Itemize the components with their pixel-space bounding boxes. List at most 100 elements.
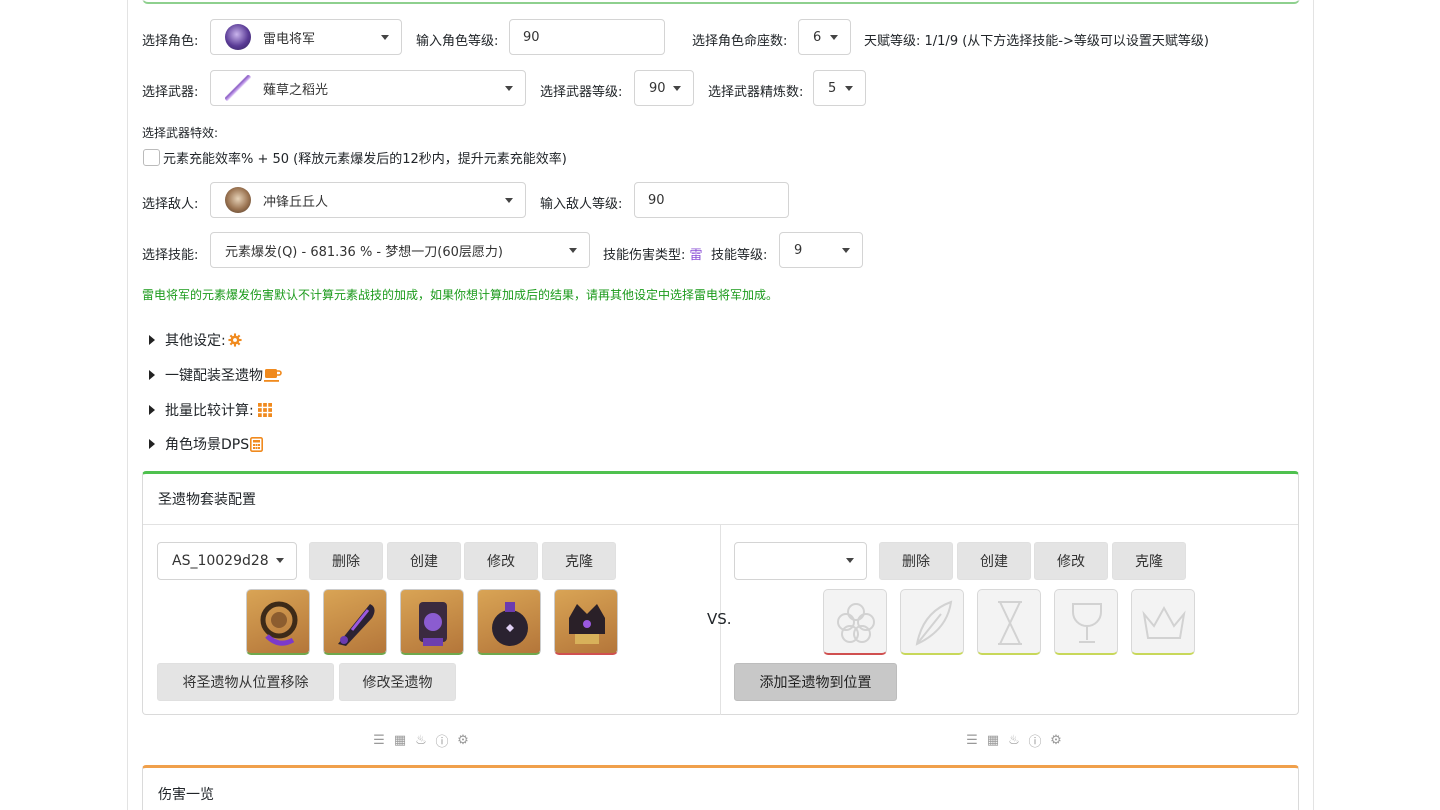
skill-level-label: 技能等级: — [711, 248, 768, 263]
damage-type-label: 技能伤害类型: — [603, 248, 686, 263]
right-set-select[interactable] — [734, 542, 867, 580]
weapon-level-value: 90 — [649, 80, 666, 96]
chevron-down-icon — [569, 248, 577, 253]
raiden-avatar — [225, 24, 251, 50]
character-level-input[interactable] — [509, 19, 665, 55]
enemy-level-input[interactable] — [634, 182, 789, 218]
info-icon[interactable]: ⓘ — [434, 731, 450, 750]
left-delete-button[interactable]: 删除 — [309, 542, 383, 580]
left-create-button[interactable]: 创建 — [387, 542, 461, 580]
calculator-icon[interactable]: ▦ — [392, 733, 408, 748]
chevron-down-icon — [381, 35, 389, 40]
weapon-effect-row: 元素充能效率% + 50 (释放元素爆发后的12秒内，提升元素充能效率) — [143, 148, 567, 167]
left-clone-button[interactable]: 克隆 — [542, 542, 616, 580]
weapon-icon — [225, 75, 251, 101]
talent-level-text: 天赋等级: 1/1/9 (从下方选择技能->等级可以设置天赋等级) — [864, 34, 1209, 49]
damage-overview-card: 伤害一览 — [142, 765, 1299, 810]
chevron-down-icon — [505, 198, 513, 203]
caret-right-icon — [149, 335, 155, 345]
damage-type-value: 雷 — [689, 248, 703, 263]
scene-dps-toggle[interactable]: 角色场景DPS — [149, 434, 264, 454]
chevron-down-icon — [845, 86, 853, 91]
gears-icon[interactable]: ⚙ — [1048, 733, 1064, 748]
add-artifact-button[interactable]: 添加圣遗物到位置 — [734, 663, 897, 701]
main-panel: 选择角色: 雷电将军 输入角色等级: 选择角色命座数: 6 天赋等级: 1/1/… — [127, 0, 1314, 810]
character-level-label: 输入角色等级: — [416, 34, 499, 49]
right-modify-button[interactable]: 修改 — [1034, 542, 1108, 580]
remove-artifact-button[interactable]: 将圣遗物从位置移除 — [157, 663, 334, 701]
flower-artifact[interactable] — [246, 589, 310, 655]
skill-select[interactable]: 元素爆发(Q) - 681.36 % - 梦想一刀(60层愿力) — [210, 232, 590, 268]
previous-card-bottom — [142, 0, 1300, 4]
chevron-down-icon — [505, 86, 513, 91]
goblet-artifact[interactable] — [477, 589, 541, 655]
right-delete-button[interactable]: 删除 — [879, 542, 953, 580]
skill-level-value: 9 — [794, 242, 803, 258]
sands-artifact[interactable] — [400, 589, 464, 655]
weapon-effect-text: 元素充能效率% + 50 (释放元素爆发后的12秒内，提升元素充能效率) — [163, 152, 567, 167]
weapon-refine-select[interactable]: 5 — [813, 70, 866, 106]
right-create-button[interactable]: 创建 — [957, 542, 1031, 580]
constellation-select[interactable]: 6 — [798, 19, 851, 55]
skill-label: 选择技能: — [142, 248, 199, 263]
constellation-label: 选择角色命座数: — [692, 34, 788, 49]
enemy-level-label: 输入敌人等级: — [540, 197, 623, 212]
plume-artifact[interactable] — [323, 589, 387, 655]
weapon-level-select[interactable]: 90 — [634, 70, 694, 106]
list-icon[interactable]: ☰ — [371, 733, 387, 748]
damage-type-row: 技能伤害类型: 雷 — [603, 244, 703, 263]
weapon-effect-checkbox[interactable] — [143, 149, 160, 166]
chevron-down-icon — [830, 35, 838, 40]
empty-plume-slot[interactable] — [900, 589, 964, 655]
weapon-selected: 薙草之稻光 — [263, 82, 329, 98]
right-clone-button[interactable]: 克隆 — [1112, 542, 1186, 580]
weapon-level-label: 选择武器等级: — [540, 85, 623, 100]
caret-right-icon — [149, 439, 155, 449]
calculator-icon — [250, 436, 264, 452]
weapon-label: 选择武器: — [142, 85, 199, 100]
list-icon[interactable]: ☰ — [964, 733, 980, 748]
fire-icon[interactable]: ♨ — [413, 733, 429, 748]
empty-sands-slot[interactable] — [977, 589, 1041, 655]
skill-level-select[interactable]: 9 — [779, 232, 863, 268]
artifact-card-title: 圣遗物套装配置 — [143, 474, 1298, 525]
weapon-effect-label: 选择武器特效: — [142, 126, 219, 140]
empty-goblet-slot[interactable] — [1054, 589, 1118, 655]
weapon-select[interactable]: 薙草之稻光 — [210, 70, 526, 106]
empty-circlet-slot[interactable] — [1131, 589, 1195, 655]
fire-icon[interactable]: ♨ — [1006, 733, 1022, 748]
chevron-down-icon — [673, 86, 681, 91]
scene-dps-label: 角色场景DPS — [165, 437, 250, 453]
raiden-note: 雷电将军的元素爆发伤害默认不计算元素战技的加成，如果你想计算加成后的结果，请再其… — [142, 288, 779, 302]
left-set-select[interactable]: AS_10029d28 — [157, 542, 297, 580]
right-tool-icons: ☰ ▦ ♨ ⓘ ⚙ — [964, 731, 1064, 750]
left-tool-icons: ☰ ▦ ♨ ⓘ ⚙ — [371, 731, 471, 750]
gear-icon — [228, 333, 242, 347]
calculator-icon[interactable]: ▦ — [985, 733, 1001, 748]
caret-right-icon — [149, 370, 155, 380]
edit-artifact-button[interactable]: 修改圣遗物 — [339, 663, 456, 701]
auto-artifact-label: 一键配装圣遗物 — [165, 368, 263, 384]
empty-flower-slot[interactable] — [823, 589, 887, 655]
vs-label: VS. — [707, 610, 732, 628]
enemy-avatar — [225, 187, 251, 213]
damage-card-title: 伤害一览 — [143, 768, 1298, 810]
chevron-down-icon — [846, 558, 854, 563]
auto-artifact-toggle[interactable]: 一键配装圣遗物 — [149, 365, 282, 385]
skill-selected: 元素爆发(Q) - 681.36 % - 梦想一刀(60层愿力) — [225, 244, 503, 260]
grid-icon — [257, 403, 272, 417]
other-settings-toggle[interactable]: 其他设定: — [149, 330, 242, 350]
circlet-artifact[interactable] — [554, 589, 618, 655]
character-label: 选择角色: — [142, 34, 199, 49]
left-modify-button[interactable]: 修改 — [464, 542, 538, 580]
weapon-refine-value: 5 — [828, 80, 837, 96]
coffee-icon — [264, 368, 282, 382]
info-icon[interactable]: ⓘ — [1027, 731, 1043, 750]
enemy-label: 选择敌人: — [142, 197, 199, 212]
gears-icon[interactable]: ⚙ — [455, 733, 471, 748]
chevron-down-icon — [842, 248, 850, 253]
character-select[interactable]: 雷电将军 — [210, 19, 402, 55]
caret-right-icon — [149, 405, 155, 415]
batch-compare-toggle[interactable]: 批量比较计算: — [149, 400, 272, 420]
enemy-select[interactable]: 冲锋丘丘人 — [210, 182, 526, 218]
